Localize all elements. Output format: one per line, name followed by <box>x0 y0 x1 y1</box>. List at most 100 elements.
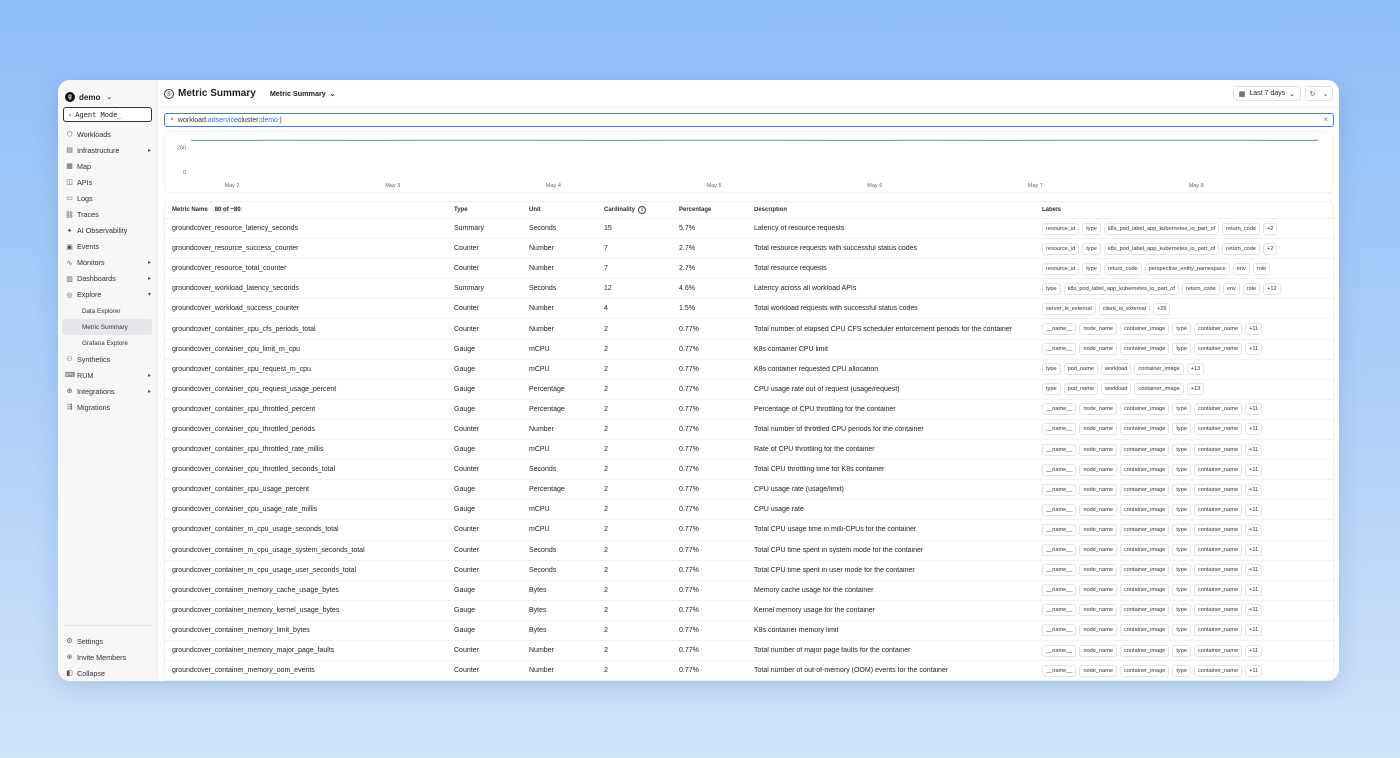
table-row[interactable]: groundcover_resource_success_counter Coun… <box>165 239 1333 260</box>
metric-name[interactable]: groundcover_container_cpu_throttled_peri… <box>165 426 454 433</box>
table-row[interactable]: groundcover_container_cpu_request_usage_… <box>165 380 1333 400</box>
label-chip[interactable]: container_name <box>1193 423 1243 436</box>
label-chip[interactable]: type <box>1172 343 1191 356</box>
label-chip[interactable]: +11 <box>1245 624 1263 637</box>
label-chip[interactable]: node_name <box>1079 564 1117 577</box>
label-chip[interactable]: container_image <box>1120 483 1170 496</box>
metric-name[interactable]: groundcover_container_cpu_throttled_rate… <box>165 446 454 453</box>
label-chip[interactable]: +11 <box>1245 343 1263 356</box>
metric-name[interactable]: groundcover_resource_latency_seconds <box>165 225 454 232</box>
label-chip[interactable]: container_name <box>1193 624 1243 637</box>
table-row[interactable]: groundcover_container_m_cpu_usage_user_s… <box>165 561 1333 581</box>
label-chip[interactable]: container_name <box>1193 463 1243 476</box>
label-chip[interactable]: container_name <box>1193 604 1243 617</box>
label-chip[interactable]: return_code <box>1222 242 1260 255</box>
label-chip[interactable]: +2 <box>1262 242 1278 255</box>
agent-mode-input[interactable]: ✧ Agent Mode_ <box>63 107 152 122</box>
label-chip[interactable]: node_name <box>1079 443 1117 456</box>
label-chip[interactable]: container_image <box>1120 564 1170 577</box>
label-chip[interactable]: type <box>1172 564 1191 577</box>
table-row[interactable]: groundcover_workload_latency_seconds Summ… <box>165 279 1333 300</box>
info-icon[interactable]: i <box>638 206 647 214</box>
label-chip[interactable]: +13 <box>1186 383 1205 396</box>
label-chip[interactable]: workload <box>1101 383 1132 396</box>
label-chip[interactable]: container_name <box>1193 644 1243 657</box>
metric-name[interactable]: groundcover_container_memory_major_page_… <box>165 647 454 654</box>
label-chip[interactable]: +11 <box>1245 544 1263 557</box>
time-range-picker[interactable]: ▦ Last 7 days ⌄ <box>1232 86 1301 101</box>
sidebar-item-logs[interactable]: ▭ Logs <box>58 190 157 206</box>
label-chip[interactable]: __name__ <box>1042 443 1077 456</box>
label-chip[interactable]: k8s_pod_label_app_kubernetes_io_part_of <box>1103 222 1220 235</box>
metric-name[interactable]: groundcover_container_m_cpu_usage_system… <box>165 547 454 554</box>
label-chip[interactable]: type <box>1172 503 1191 516</box>
header-description[interactable]: Description <box>754 207 1042 213</box>
label-chip[interactable]: container_image <box>1120 423 1170 436</box>
label-chip[interactable]: type <box>1172 544 1191 557</box>
label-chip[interactable]: resource_id <box>1042 262 1080 275</box>
label-chip[interactable]: container_name <box>1193 443 1243 456</box>
label-chip[interactable]: server_is_external <box>1042 302 1096 315</box>
label-chip[interactable]: +11 <box>1245 644 1263 657</box>
label-chip[interactable]: return_code <box>1103 262 1142 275</box>
label-chip[interactable]: type <box>1172 644 1191 657</box>
sidebar-item-settings[interactable]: ⚙ Settings <box>64 633 151 649</box>
metric-name[interactable]: groundcover_container_memory_cache_usage… <box>165 587 454 594</box>
label-chip[interactable]: type <box>1172 463 1191 476</box>
table-row[interactable]: groundcover_container_m_cpu_usage_second… <box>165 520 1333 541</box>
label-chip[interactable]: client_is_external <box>1098 302 1150 315</box>
table-row[interactable]: groundcover_container_memory_limit_bytes… <box>165 621 1333 641</box>
metric-name[interactable]: groundcover_container_cpu_request_usage_… <box>165 386 454 393</box>
table-row[interactable]: groundcover_container_cpu_cfs_periods_to… <box>165 319 1333 340</box>
label-chip[interactable]: container_name <box>1193 483 1243 496</box>
label-chip[interactable]: container_image <box>1120 644 1170 657</box>
sidebar-item-ai-observability[interactable]: ✦ AI Observability <box>58 223 157 239</box>
label-chip[interactable]: __name__ <box>1042 503 1077 516</box>
metric-name[interactable]: groundcover_container_cpu_usage_percent <box>165 486 454 493</box>
label-chip[interactable]: +11 <box>1245 604 1263 617</box>
sidebar-item-apis[interactable]: ◫ APIs <box>58 174 157 190</box>
metric-name[interactable]: groundcover_container_cpu_cfs_periods_to… <box>165 326 454 333</box>
sidebar-item-workloads[interactable]: ⬡ Workloads <box>58 126 157 142</box>
header-metric-name[interactable]: Metric Name 80 of ~80 <box>165 207 454 213</box>
sidebar-item-migrations[interactable]: ⇶ Migrations <box>58 399 157 415</box>
table-row[interactable]: groundcover_container_memory_major_page_… <box>165 641 1333 662</box>
sidebar-item-events[interactable]: ▣ Events <box>58 239 157 255</box>
label-chip[interactable]: resource_id <box>1042 242 1080 255</box>
label-chip[interactable]: k8s_pod_label_app_kubernetes_io_part_of <box>1063 282 1179 295</box>
clear-search-icon[interactable]: × <box>1323 115 1328 124</box>
label-chip[interactable]: __name__ <box>1042 463 1077 476</box>
label-chip[interactable]: container_name <box>1193 403 1243 416</box>
label-chip[interactable]: role <box>1252 262 1271 275</box>
label-chip[interactable]: +11 <box>1245 523 1263 536</box>
table-row[interactable]: groundcover_container_cpu_throttled_perc… <box>165 400 1333 420</box>
metric-name[interactable]: groundcover_resource_total_counter <box>165 265 454 272</box>
label-chip[interactable]: node_name <box>1079 323 1117 336</box>
table-row[interactable]: groundcover_container_cpu_usage_percent G… <box>165 480 1333 501</box>
label-chip[interactable]: node_name <box>1079 483 1117 496</box>
label-chip[interactable]: k8s_pod_label_app_kubernetes_io_part_of <box>1103 242 1220 255</box>
metric-name[interactable]: groundcover_container_memory_limit_bytes <box>165 627 454 634</box>
label-chip[interactable]: type <box>1172 403 1191 416</box>
table-row[interactable]: groundcover_container_memory_kernel_usag… <box>165 601 1333 621</box>
label-chip[interactable]: type <box>1172 483 1191 496</box>
sidebar-item-invite-members[interactable]: ⊕ Invite Members <box>64 649 151 665</box>
label-chip[interactable]: +11 <box>1245 403 1263 416</box>
table-row[interactable]: groundcover_container_cpu_limit_m_cpu Gau… <box>165 340 1333 360</box>
label-chip[interactable]: node_name <box>1079 343 1117 356</box>
label-chip[interactable]: __name__ <box>1042 403 1077 416</box>
label-chip[interactable]: container_name <box>1193 523 1243 536</box>
label-chip[interactable]: +12 <box>1263 282 1281 295</box>
label-chip[interactable]: type <box>1172 523 1191 536</box>
sidebar-item-rum[interactable]: ⌨ RUM ▸ <box>58 367 157 383</box>
label-chip[interactable]: +11 <box>1245 463 1263 476</box>
metric-name[interactable]: groundcover_container_m_cpu_usage_second… <box>165 526 454 533</box>
table-row[interactable]: groundcover_container_memory_cache_usage… <box>165 581 1333 601</box>
label-chip[interactable]: +11 <box>1245 323 1263 336</box>
label-chip[interactable]: +11 <box>1245 564 1263 577</box>
label-chip[interactable]: container_image <box>1134 383 1184 396</box>
label-chip[interactable]: pod_name <box>1063 363 1099 376</box>
metric-name[interactable]: groundcover_container_cpu_usage_rate_mil… <box>165 506 454 513</box>
metric-name[interactable]: groundcover_container_cpu_request_m_cpu <box>165 366 454 373</box>
label-chip[interactable]: type <box>1082 242 1101 255</box>
